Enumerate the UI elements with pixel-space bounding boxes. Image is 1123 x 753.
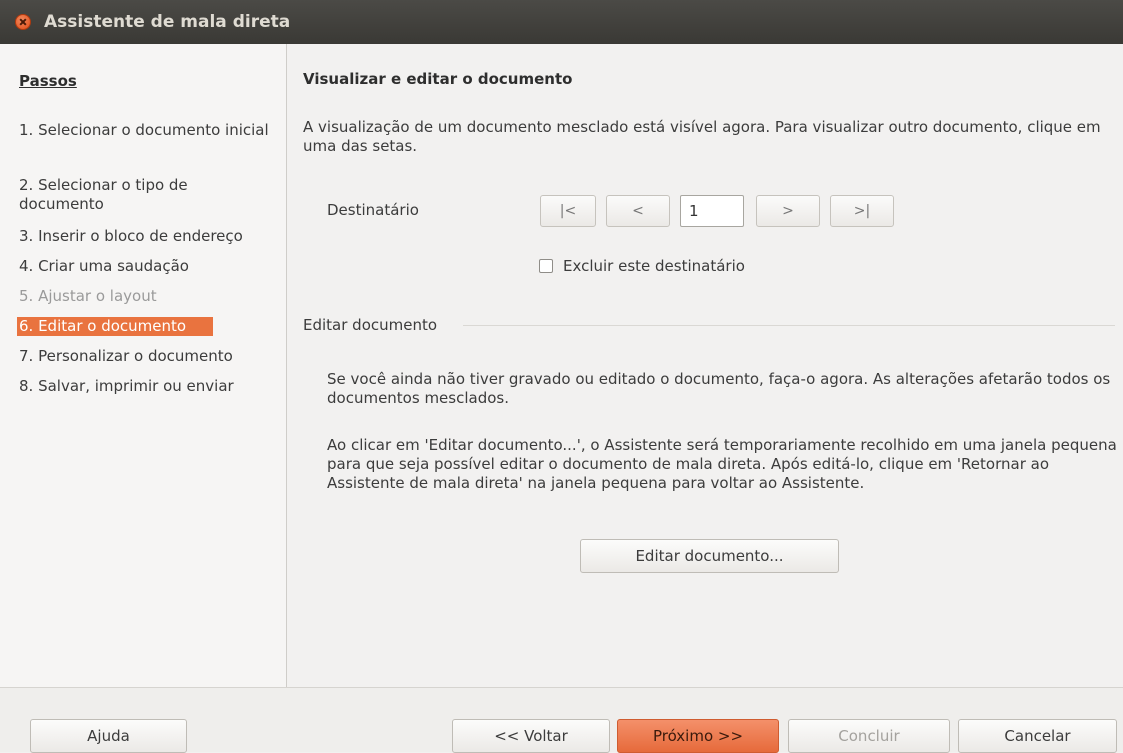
edit-section-label: Editar documento	[303, 316, 438, 334]
section-divider	[463, 325, 1115, 326]
steps-sidebar: Passos 1. Selecionar o documento inicial…	[0, 44, 287, 687]
finish-button: Concluir	[788, 719, 950, 753]
step-7[interactable]: 7. Personalizar o documento	[19, 347, 269, 366]
button-bar: Ajuda << Voltar Próximo >> Concluir Canc…	[0, 687, 1123, 753]
close-icon[interactable]	[15, 14, 31, 30]
step-8[interactable]: 8. Salvar, imprimir ou enviar	[19, 377, 269, 396]
edit-help-text: Ao clicar em 'Editar documento...', o As…	[327, 436, 1117, 492]
help-button[interactable]: Ajuda	[30, 719, 187, 753]
title-bar: Assistente de mala direta	[0, 0, 1123, 44]
next-button[interactable]: Próximo >>	[617, 719, 779, 753]
recipient-number-field[interactable]: 1	[680, 195, 744, 227]
steps-header: Passos	[19, 72, 77, 90]
step-6[interactable]: 6. Editar o documento	[17, 317, 213, 336]
window-title: Assistente de mala direta	[44, 12, 291, 32]
cancel-button[interactable]: Cancelar	[958, 719, 1117, 753]
step-1[interactable]: 1. Selecionar o documento inicial	[19, 121, 269, 140]
exclude-recipient-label[interactable]: Excluir este destinatário	[563, 257, 745, 275]
back-button[interactable]: << Voltar	[452, 719, 610, 753]
edit-info-text: Se você ainda não tiver gravado ou edita…	[327, 370, 1111, 407]
intro-text: A visualização de um documento mesclado …	[303, 118, 1101, 155]
recipient-label: Destinatário	[327, 201, 419, 219]
step-2[interactable]: 2. Selecionar o tipo de documento	[19, 176, 269, 214]
last-recipient-button[interactable]: >|	[830, 195, 894, 227]
exclude-recipient-checkbox[interactable]	[539, 259, 553, 273]
step-5: 5. Ajustar o layout	[19, 287, 157, 305]
edit-document-button[interactable]: Editar documento...	[580, 539, 839, 573]
step-3[interactable]: 3. Inserir o bloco de endereço	[19, 227, 269, 246]
first-recipient-button[interactable]: |<	[540, 195, 596, 227]
page-title: Visualizar e editar o documento	[303, 70, 573, 88]
prev-recipient-button[interactable]: <	[606, 195, 670, 227]
next-recipient-button[interactable]: >	[756, 195, 820, 227]
step-4[interactable]: 4. Criar uma saudação	[19, 257, 269, 276]
main-panel: Visualizar e editar o documento A visual…	[287, 44, 1123, 687]
